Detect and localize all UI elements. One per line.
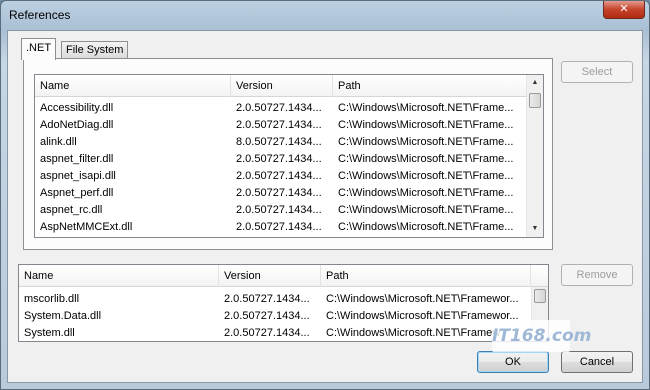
version-cell: 2.0.50727.1434... bbox=[236, 153, 322, 165]
path-cell: C:\Windows\Microsoft.NET\Frame... bbox=[338, 136, 514, 148]
version-cell: 2.0.50727.1434... bbox=[224, 293, 310, 305]
column-header-version[interactable]: Version bbox=[219, 265, 321, 287]
path-cell: C:\Windows\Microsoft.NET\Frame... bbox=[338, 187, 514, 199]
name-cell: AspNetMMCExt.dll bbox=[40, 221, 133, 233]
list-item[interactable]: Accessibility.dll 2.0.50727.1434... C:\Win… bbox=[35, 100, 543, 117]
version-cell: 2.0.50727.1434... bbox=[224, 310, 310, 322]
available-references-list[interactable]: Name Version Path Accessibility.dll 2.0.5… bbox=[34, 74, 544, 238]
select-button[interactable]: Select bbox=[561, 61, 633, 83]
name-cell: Accessibility.dll bbox=[40, 102, 114, 114]
list-item[interactable]: System.dll 2.0.50727.1434... C:\Windows\Mi… bbox=[19, 325, 548, 341]
name-cell: aspnet_rc.dll bbox=[40, 204, 103, 216]
name-cell: AdoNetDiag.dll bbox=[40, 119, 114, 131]
list-item[interactable]: Aspnet_perf.dll 2.0.50727.1434... C:\Windo… bbox=[35, 185, 543, 202]
version-cell: 8.0.50727.1434... bbox=[236, 136, 322, 148]
list-item[interactable]: AspNetMMCExt.dll 2.0.50727.1434... C:\Wind… bbox=[35, 219, 543, 236]
name-cell: aspnet_isapi.dll bbox=[40, 170, 116, 182]
list-item[interactable]: mscorlib.dll 2.0.50727.1434... C:\Windows\… bbox=[19, 291, 548, 308]
title-bar[interactable]: References ✕ bbox=[1, 1, 649, 29]
name-cell: Aspnet_perf.dll bbox=[40, 187, 114, 199]
version-cell: 2.0.50727.1434... bbox=[236, 119, 322, 131]
cancel-button[interactable]: Cancel bbox=[561, 351, 633, 373]
column-header-version[interactable]: Version bbox=[231, 75, 333, 97]
path-cell: C:\Windows\Microsoft.NET\Frame... bbox=[338, 221, 514, 233]
version-cell: 2.0.50727.1434... bbox=[236, 102, 322, 114]
path-cell: C:\Windows\Microsoft.NET\Framewor... bbox=[326, 293, 519, 305]
version-cell: 2.0.50727.1434... bbox=[224, 327, 310, 339]
name-cell: mscorlib.dll bbox=[24, 293, 80, 305]
path-cell: C:\Windows\Microsoft.NET\Frame... bbox=[338, 170, 514, 182]
list-item[interactable]: aspnet_rc.dll 2.0.50727.1434... C:\Windows… bbox=[35, 202, 543, 219]
references-dialog: References ✕ .NET File System Name Versi… bbox=[0, 0, 650, 390]
vertical-scrollbar[interactable]: ▲ ▼ bbox=[526, 75, 543, 237]
scroll-down-icon[interactable]: ▼ bbox=[527, 221, 543, 237]
watermark-logo: IT168.com bbox=[492, 320, 591, 352]
tab-panel-dotnet: Name Version Path Accessibility.dll 2.0.5… bbox=[23, 58, 553, 250]
ok-button[interactable]: OK bbox=[477, 351, 549, 373]
list-header: Name Version Path bbox=[35, 75, 543, 97]
window-title: References bbox=[9, 8, 71, 22]
close-button[interactable]: ✕ bbox=[603, 1, 645, 19]
list-header: Name Version Path bbox=[19, 265, 548, 287]
scroll-up-icon[interactable]: ▲ bbox=[527, 75, 543, 91]
name-cell: alink.dll bbox=[40, 136, 77, 148]
selected-references-list[interactable]: Name Version Path mscorlib.dll 2.0.50727.… bbox=[18, 264, 549, 342]
list-item[interactable]: aspnet_isapi.dll 2.0.50727.1434... C:\Wind… bbox=[35, 168, 543, 185]
list-item[interactable]: aspnet_filter.dll 2.0.50727.1434... C:\Win… bbox=[35, 151, 543, 168]
column-header-path[interactable]: Path bbox=[333, 75, 528, 97]
version-cell: 2.0.50727.1434... bbox=[236, 204, 322, 216]
path-cell: C:\Windows\Microsoft.NET\Frame... bbox=[338, 153, 514, 165]
name-cell: System.Data.dll bbox=[24, 310, 102, 322]
scroll-thumb[interactable] bbox=[534, 289, 546, 303]
column-header-path[interactable]: Path bbox=[321, 265, 531, 287]
path-cell: C:\Windows\Microsoft.NET\Frame... bbox=[338, 102, 514, 114]
tab-file-system[interactable]: File System bbox=[61, 41, 129, 59]
list-item[interactable]: AdoNetDiag.dll 2.0.50727.1434... C:\Window… bbox=[35, 117, 543, 134]
column-header-name[interactable]: Name bbox=[19, 265, 219, 287]
path-cell: C:\Windows\Microsoft.NET\Frame... bbox=[338, 204, 514, 216]
path-cell: C:\Windows\Microsoft.NET\Frame... bbox=[338, 119, 514, 131]
remove-button[interactable]: Remove bbox=[561, 264, 633, 286]
column-header-name[interactable]: Name bbox=[35, 75, 231, 97]
version-cell: 2.0.50727.1434... bbox=[236, 170, 322, 182]
list-item[interactable]: alink.dll 8.0.50727.1434... C:\Windows\Mic… bbox=[35, 134, 543, 151]
version-cell: 2.0.50727.1434... bbox=[236, 221, 322, 233]
version-cell: 2.0.50727.1434... bbox=[236, 187, 322, 199]
name-cell: System.dll bbox=[24, 327, 75, 339]
scroll-thumb[interactable] bbox=[529, 93, 541, 108]
list-item[interactable]: System.Data.dll 2.0.50727.1434... C:\Windo… bbox=[19, 308, 548, 325]
name-cell: aspnet_filter.dll bbox=[40, 153, 114, 165]
tab-dotnet[interactable]: .NET bbox=[21, 38, 57, 60]
